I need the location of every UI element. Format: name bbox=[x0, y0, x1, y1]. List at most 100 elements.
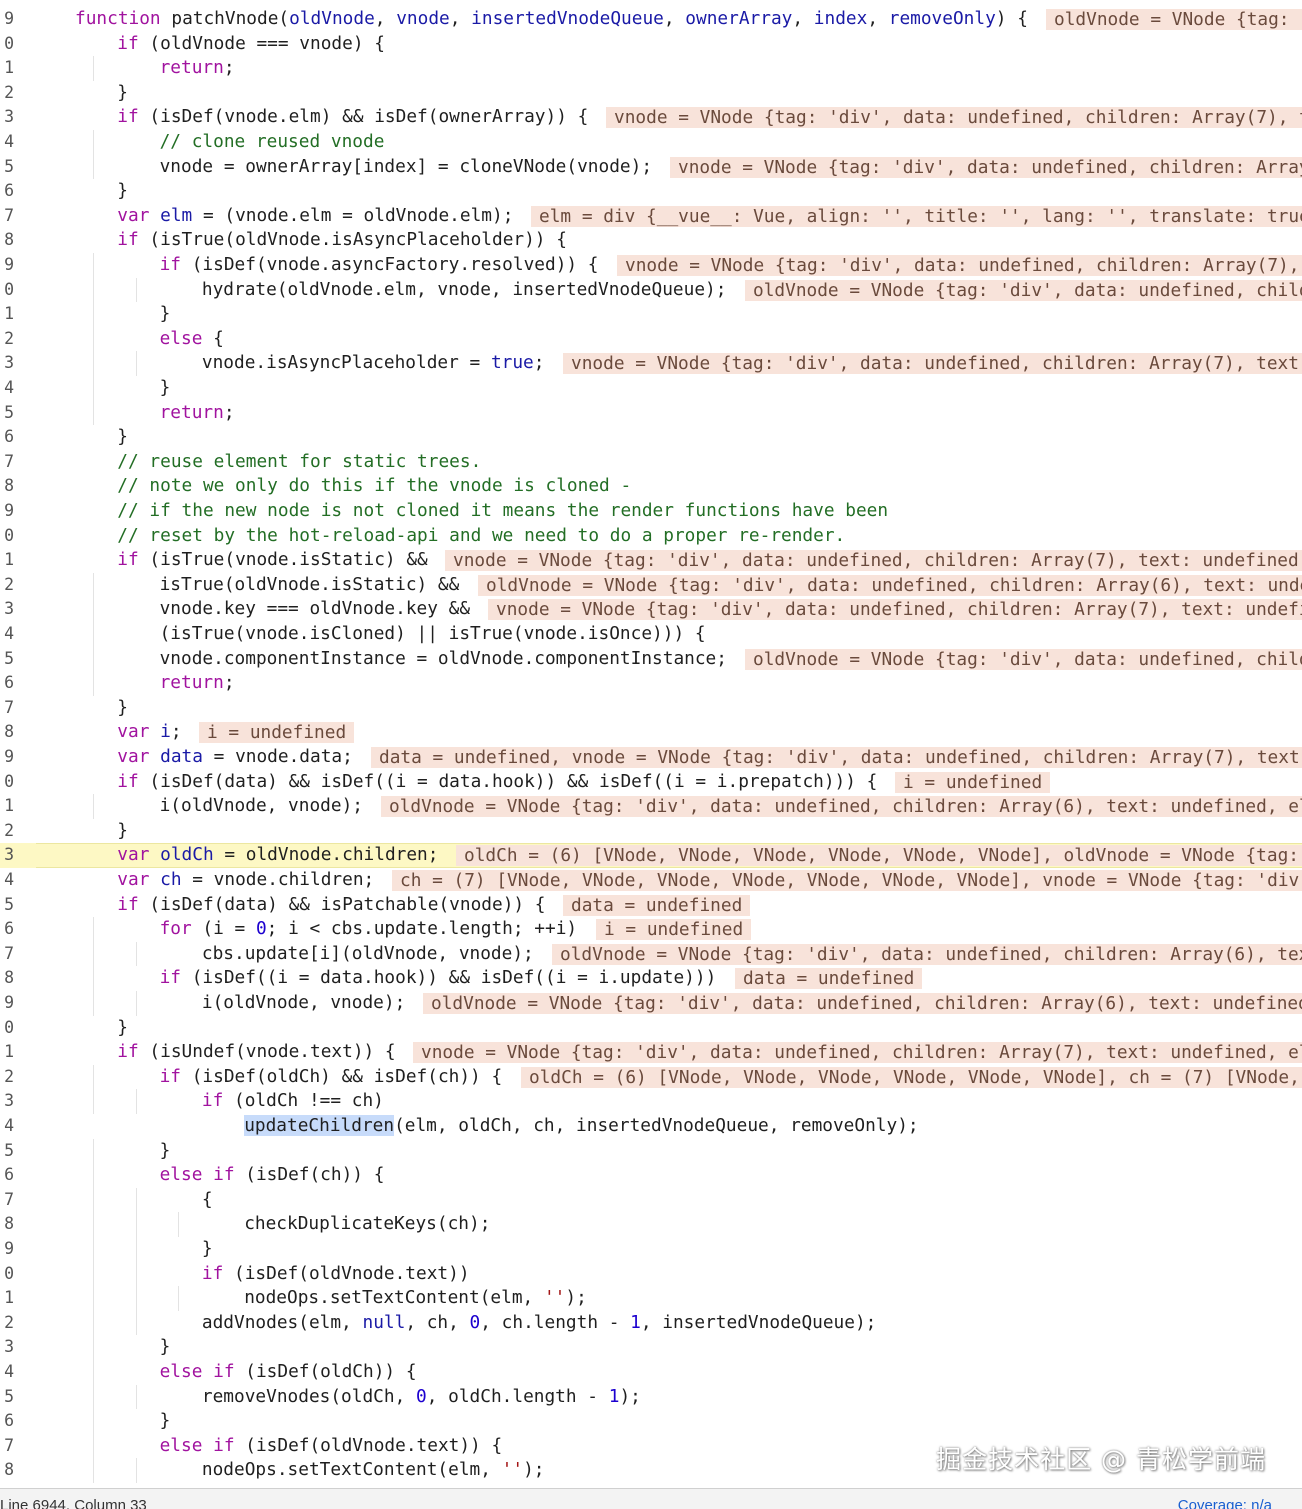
code-line[interactable]: 3 var oldCh = oldVnode.children; oldCh = (… bbox=[0, 843, 1302, 868]
code-line[interactable]: 6} bbox=[0, 425, 1302, 450]
line-number[interactable]: 4 bbox=[0, 376, 14, 401]
line-number[interactable]: 1 bbox=[0, 1286, 14, 1311]
code-line[interactable]: 2 isTrue(oldVnode.isStatic) && oldVnode = … bbox=[0, 572, 1302, 598]
code-line[interactable]: 3 vnode.isAsyncPlaceholder = true; vnode =… bbox=[0, 351, 1302, 376]
line-number[interactable]: 2 bbox=[0, 573, 14, 598]
inline-variable-value[interactable]: ch = (7) [VNode, VNode, VNode, VNode, VN… bbox=[392, 870, 1302, 891]
line-number[interactable]: 6 bbox=[0, 671, 14, 696]
code-line[interactable]: 1 nodeOps.setTextContent(elm, ''); bbox=[0, 1286, 1302, 1311]
code-line[interactable]: 3 if (oldCh !== ch) bbox=[0, 1089, 1302, 1114]
line-number[interactable]: 6 bbox=[0, 179, 14, 204]
line-number[interactable]: 7 bbox=[0, 942, 14, 967]
inline-variable-value[interactable]: oldVnode = VNode {tag: 'div', data: unde… bbox=[745, 279, 1302, 301]
code-line[interactable]: 9 i(oldVnode, vnode); oldVnode = VNode {ta… bbox=[0, 991, 1302, 1016]
inline-variable-value[interactable]: oldVnode = VNode {tag: 'div', data: unde… bbox=[381, 796, 1302, 818]
line-number[interactable]: 0 bbox=[0, 524, 14, 549]
line-number[interactable]: 7 bbox=[0, 204, 14, 229]
inline-variable-value[interactable]: oldVnode = VNode {tag: 'div', data: unde… bbox=[478, 574, 1302, 596]
code-line[interactable]: 8 if (isTrue(oldVnode.isAsyncPlaceholder)… bbox=[0, 228, 1302, 253]
line-number[interactable]: 9 bbox=[0, 745, 14, 770]
code-line[interactable]: 6 for (i = 0; i < cbs.update.length; ++i)… bbox=[0, 917, 1302, 942]
code-line[interactable]: 6} bbox=[0, 179, 1302, 204]
line-number[interactable]: 4 bbox=[0, 130, 14, 155]
code-line[interactable]: 3 vnode.key === oldVnode.key && vnode = VN… bbox=[0, 597, 1302, 622]
code-line[interactable]: 9} bbox=[0, 1237, 1302, 1262]
line-number[interactable]: 8 bbox=[0, 1458, 14, 1483]
code-line[interactable]: 2} bbox=[0, 81, 1302, 106]
line-number[interactable]: 3 bbox=[0, 351, 14, 376]
code-line[interactable]: 9 // if the new node is not cloned it mea… bbox=[0, 499, 1302, 524]
line-number[interactable]: 1 bbox=[0, 794, 14, 819]
line-number[interactable]: 9 bbox=[0, 991, 14, 1016]
line-number[interactable]: 9 bbox=[0, 253, 14, 278]
code-line[interactable]: 5 vnode = ownerArray[index] = cloneVNode(… bbox=[0, 154, 1302, 180]
code-line[interactable]: 4 updateChildren(elm, oldCh, ch, inserted… bbox=[0, 1114, 1302, 1139]
line-number[interactable]: 7 bbox=[0, 696, 14, 721]
line-number[interactable]: 8 bbox=[0, 720, 14, 745]
inline-variable-value[interactable]: vnode = VNode {tag: 'div', data: undefin… bbox=[617, 255, 1302, 276]
inline-variable-value[interactable]: i = undefined bbox=[199, 722, 355, 744]
line-number[interactable]: 0 bbox=[0, 1016, 14, 1041]
code-line[interactable]: 2} bbox=[0, 819, 1302, 844]
inline-variable-value[interactable]: i = undefined bbox=[596, 919, 752, 941]
code-line[interactable]: 0 hydrate(oldVnode.elm, vnode, insertedVn… bbox=[0, 277, 1302, 303]
code-line[interactable]: 1} bbox=[0, 302, 1302, 327]
coverage-link[interactable]: Coverage: n/a bbox=[1178, 1497, 1272, 1509]
code-line[interactable]: 7 cbs.update[i](oldVnode, vnode); oldVnode… bbox=[0, 941, 1302, 967]
line-number[interactable]: 9 bbox=[0, 1237, 14, 1262]
code-line[interactable]: 2 if (isDef(oldCh) && isDef(ch)) {oldCh =… bbox=[0, 1064, 1302, 1090]
inline-variable-value[interactable]: elm = div {__vue__: Vue, align: '', titl… bbox=[531, 205, 1302, 227]
inline-variable-value[interactable]: data = undefined, vnode = VNode {tag: 'd… bbox=[371, 747, 1302, 768]
line-number[interactable]: 0 bbox=[0, 32, 14, 57]
line-number[interactable]: 8 bbox=[0, 474, 14, 499]
code-line[interactable]: 5} bbox=[0, 1138, 1302, 1164]
code-line[interactable]: 8 // note we only do this if the vnode is… bbox=[0, 474, 1302, 499]
code-line[interactable]: 4} bbox=[0, 376, 1302, 401]
inline-variable-value[interactable]: data = undefined bbox=[563, 894, 751, 916]
code-editor[interactable]: 9 function patchVnode(oldVnode, vnode, in… bbox=[0, 0, 1302, 1488]
code-line[interactable]: 5 return; bbox=[0, 400, 1302, 426]
code-line[interactable]: 5 removeVnodes(oldCh, 0, oldCh.length - 1… bbox=[0, 1384, 1302, 1410]
code-line[interactable]: 4 // clone reused vnode bbox=[0, 130, 1302, 155]
inline-variable-value[interactable]: vnode = VNode {tag: 'div', data: undefin… bbox=[413, 1042, 1302, 1064]
line-number[interactable]: 4 bbox=[0, 868, 14, 893]
code-line[interactable]: 7 var elm = (vnode.elm = oldVnode.elm); el… bbox=[0, 204, 1302, 229]
code-line[interactable]: 4 (isTrue(vnode.isCloned) || isTrue(vnode… bbox=[0, 622, 1302, 647]
line-number[interactable]: 1 bbox=[0, 302, 14, 327]
line-number[interactable]: 3 bbox=[0, 597, 14, 622]
line-number[interactable]: 6 bbox=[0, 1409, 14, 1434]
code-line[interactable]: 6 else if (isDef(ch)) { bbox=[0, 1163, 1302, 1188]
line-number[interactable]: 6 bbox=[0, 425, 14, 450]
line-number[interactable]: 9 bbox=[0, 499, 14, 524]
line-number[interactable]: 0 bbox=[0, 1262, 14, 1287]
inline-variable-value[interactable]: oldCh = (6) [VNode, VNode, VNode, VNode,… bbox=[456, 845, 1302, 867]
line-number[interactable]: 9 bbox=[0, 7, 14, 32]
code-line[interactable]: 0 if (oldVnode === vnode) { bbox=[0, 32, 1302, 57]
line-number[interactable]: 2 bbox=[0, 1065, 14, 1090]
line-number[interactable]: 7 bbox=[0, 1188, 14, 1213]
inline-variable-value[interactable]: oldVnode = VNode {tag: 'div', data: unde… bbox=[745, 648, 1302, 670]
line-number[interactable]: 5 bbox=[0, 647, 14, 672]
code-line[interactable]: 2 addVnodes(elm, null, ch, 0, ch.length -… bbox=[0, 1310, 1302, 1336]
line-number[interactable]: 0 bbox=[0, 770, 14, 795]
inline-variable-value[interactable]: oldVnode = VNode {tag: 'd bbox=[1046, 9, 1302, 30]
code-line[interactable]: 9 function patchVnode(oldVnode, vnode, in… bbox=[0, 7, 1302, 32]
inline-variable-value[interactable]: oldVnode = VNode {tag: 'div', data: unde… bbox=[423, 993, 1302, 1014]
code-line[interactable]: 0 if (isDef(oldVnode.text)) bbox=[0, 1261, 1302, 1287]
line-number[interactable]: 7 bbox=[0, 1434, 14, 1459]
code-line[interactable]: 2 else { bbox=[0, 326, 1302, 352]
code-line[interactable]: 1 return; bbox=[0, 56, 1302, 81]
code-line[interactable]: 0 // reset by the hot-reload-api and we n… bbox=[0, 524, 1302, 549]
code-line[interactable]: 4 else if (isDef(oldCh)) { bbox=[0, 1360, 1302, 1385]
line-number[interactable]: 4 bbox=[0, 1114, 14, 1139]
line-number[interactable]: 1 bbox=[0, 548, 14, 573]
code-line[interactable]: 0 if (isDef(data) && isDef((i = data.hook… bbox=[0, 770, 1302, 795]
line-number[interactable]: 5 bbox=[0, 155, 14, 180]
line-number[interactable]: 2 bbox=[0, 81, 14, 106]
code-line[interactable]: 5 vnode.componentInstance = oldVnode.comp… bbox=[0, 646, 1302, 672]
line-number[interactable]: 4 bbox=[0, 622, 14, 647]
line-number[interactable]: 8 bbox=[0, 966, 14, 991]
inline-variable-value[interactable]: vnode = VNode {tag: 'div', data: undefin… bbox=[606, 107, 1302, 129]
code-line[interactable]: 7} bbox=[0, 696, 1302, 721]
inline-variable-value[interactable]: data = undefined bbox=[735, 968, 923, 990]
